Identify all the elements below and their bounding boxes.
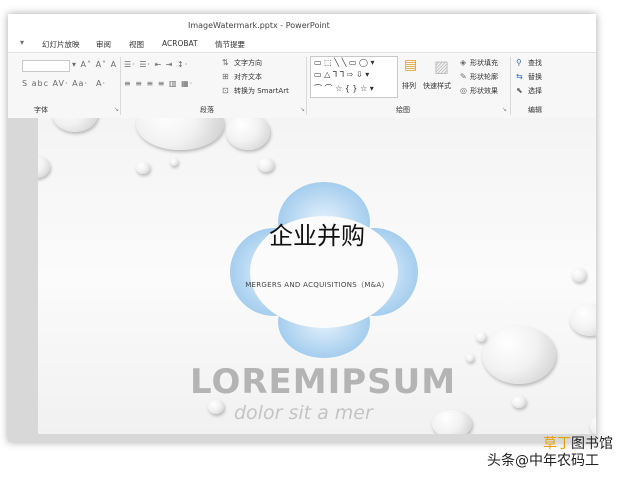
water-drop	[208, 400, 224, 414]
find-button[interactable]: 查找	[528, 58, 542, 68]
replace-button[interactable]: 替换	[528, 72, 542, 82]
water-drop	[258, 158, 274, 172]
shape-outline-icon[interactable]: ✎	[460, 72, 468, 81]
tab-review[interactable]: 审阅	[96, 39, 111, 50]
font-launcher-icon[interactable]: ↘	[114, 106, 119, 113]
quick-styles-button[interactable]: 快速样式	[423, 81, 451, 91]
author-watermark: 头条@中年农码工	[487, 453, 599, 469]
slide-pane: 企业并购 MERGERS AND ACQUISITIONS（M&A） LOREM…	[8, 118, 596, 442]
align-text-button[interactable]: 对齐文本	[234, 72, 262, 82]
font-size-controls-icon[interactable]: ▾ A˄ A˅ A	[72, 60, 117, 69]
tab-slideshow[interactable]: 幻灯片放映	[42, 39, 80, 50]
water-drop	[466, 354, 474, 362]
water-drop	[170, 158, 178, 166]
water-drop	[570, 304, 596, 336]
find-icon[interactable]: ⚲	[516, 58, 523, 67]
font-size-box[interactable]	[22, 60, 70, 72]
paragraph-launcher-icon[interactable]: ↘	[300, 106, 305, 113]
font-color-icon[interactable]: A·	[96, 79, 106, 88]
text-direction-icon[interactable]: ⇅	[222, 58, 230, 67]
powerpoint-window: ImageWatermark.pptx - PowerPoint ▾ 幻灯片放映…	[8, 14, 596, 442]
water-drop	[512, 396, 526, 408]
divider	[510, 57, 511, 115]
window-title: ImageWatermark.pptx - PowerPoint	[188, 21, 330, 30]
shape-effects-icon[interactable]: ◎	[460, 86, 468, 95]
align-icons[interactable]: ≡ ≡ ≡ ≡ ▥ ▦·	[124, 79, 193, 88]
brand-tagline: dolor sit a mer	[234, 402, 373, 424]
align-text-icon[interactable]: ⊞	[222, 72, 230, 81]
shape-fill-icon[interactable]: ◈	[460, 58, 467, 67]
water-drop	[476, 332, 486, 342]
arrange-icon[interactable]: ▤	[404, 57, 418, 73]
drawing-group-label: 绘图	[396, 106, 410, 114]
select-button[interactable]: 选择	[528, 86, 542, 96]
divider	[306, 57, 307, 115]
convert-smartart-button[interactable]: 转换为 SmartArt	[234, 86, 289, 96]
font-group-label: 字体	[34, 106, 48, 114]
water-drop	[590, 414, 596, 434]
water-drop	[38, 156, 50, 178]
water-drop	[482, 326, 556, 384]
select-icon[interactable]: ⬉	[516, 86, 524, 95]
water-drop	[136, 162, 150, 174]
brand-logo-text: LOREMIPSUM	[190, 362, 457, 402]
slide-subtitle[interactable]: MERGERS AND ACQUISITIONS（M&A）	[38, 280, 596, 290]
paragraph-group-label: 段落	[200, 106, 214, 114]
dropdown-icon[interactable]: ▾	[20, 38, 25, 47]
font-format-icons[interactable]: S abc AV· Aa·	[22, 79, 88, 88]
divider	[120, 57, 121, 115]
shape-effects-button[interactable]: 形状效果	[470, 86, 498, 96]
text-direction-button[interactable]: 文字方向	[234, 58, 262, 68]
list-icons[interactable]: ☰· ☰· ⇤ ⇥ ↕·	[124, 60, 188, 69]
tab-storyboard[interactable]: 情节提要	[215, 39, 245, 50]
slide-canvas[interactable]: 企业并购 MERGERS AND ACQUISITIONS（M&A） LOREM…	[38, 118, 596, 434]
smartart-icon[interactable]: ⊡	[222, 86, 230, 95]
shape-fill-button[interactable]: 形状填充	[470, 58, 498, 68]
water-drop	[226, 118, 270, 150]
tab-view[interactable]: 视图	[129, 39, 144, 50]
water-drop	[136, 118, 224, 150]
quick-styles-icon[interactable]: ▨	[434, 57, 450, 76]
shapes-gallery[interactable]: ▭ ⬚ ╲ ╲ ▭ ◯ ▾ ▭ △ ⅂ ⅂ ⇨ ⇩ ▾ ⌒ ⌒ ☆ { } ☆ …	[310, 56, 398, 98]
title-bar: ImageWatermark.pptx - PowerPoint	[8, 14, 596, 36]
tab-acrobat[interactable]: ACROBAT	[162, 39, 198, 48]
water-drop	[432, 410, 472, 434]
ribbon: ▾ A˄ A˅ A S abc AV· Aa· A· 字体 ↘ ☰· ☰· ⇤ …	[8, 52, 596, 120]
slide-title[interactable]: 企业并购	[38, 216, 596, 251]
editing-group-label: 编辑	[528, 106, 542, 114]
drawing-launcher-icon[interactable]: ↘	[502, 106, 507, 113]
flower-logo	[230, 182, 418, 358]
water-drop	[52, 118, 98, 132]
ribbon-tabs: ▾ 幻灯片放映 审阅 视图 ACROBAT 情节提要	[8, 36, 596, 52]
arrange-button[interactable]: 排列	[402, 81, 416, 91]
replace-icon[interactable]: ⇆	[516, 72, 524, 81]
shape-outline-button[interactable]: 形状轮廓	[470, 72, 498, 82]
